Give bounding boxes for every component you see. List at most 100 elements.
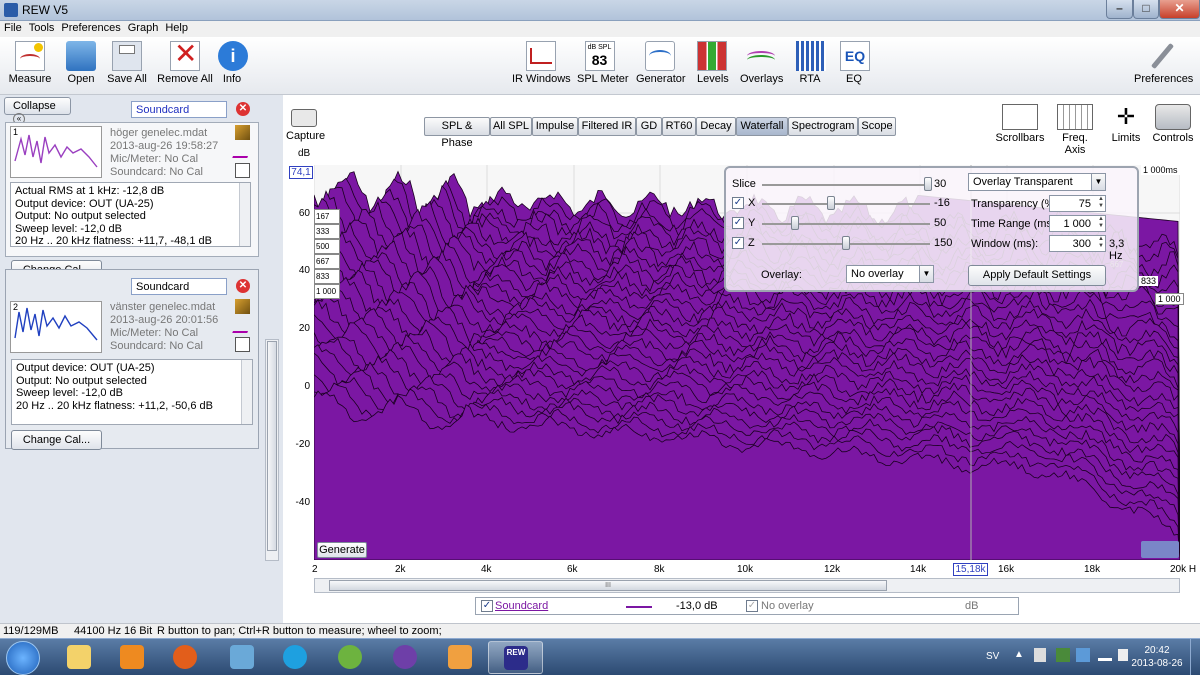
preferences-button[interactable]: Preferences xyxy=(1134,41,1193,85)
change-cal-button[interactable]: Change Cal... xyxy=(11,430,102,450)
notes-icon[interactable] xyxy=(235,337,250,352)
info-scrollbar[interactable] xyxy=(239,183,250,246)
overlays-button[interactable]: Overlays xyxy=(740,41,783,85)
zoom-icon[interactable] xyxy=(1141,541,1179,558)
taskbar-explorer[interactable] xyxy=(52,641,107,674)
ir-windows-button[interactable]: IR Windows xyxy=(512,41,571,85)
measurement-info-box[interactable]: Actual RMS at 1 kHz: -12,8 dB Output dev… xyxy=(10,182,251,247)
taskbar-firefox[interactable] xyxy=(158,641,213,674)
maximize-button[interactable]: □ xyxy=(1133,0,1159,19)
menu-tools[interactable]: Tools xyxy=(25,21,58,34)
graph-h-scrollbar-thumb[interactable]: III xyxy=(329,580,887,591)
remove-measurement-icon[interactable]: ✕ xyxy=(236,279,250,293)
time-range-spinner[interactable]: 1 000 xyxy=(1049,215,1106,232)
menu-graph[interactable]: Graph xyxy=(124,21,162,34)
y-slider-knob[interactable] xyxy=(791,216,799,230)
panel-scrollbar-thumb[interactable] xyxy=(267,341,277,551)
limits-button[interactable]: ✛ Limits xyxy=(1108,104,1144,144)
tray-icon[interactable] xyxy=(1056,648,1070,662)
menu-help[interactable]: Help xyxy=(161,21,191,34)
window-spinner[interactable]: 300 xyxy=(1049,235,1106,252)
graph-legend: ✓ Soundcard -13,0 dB ✓ No overlay dB xyxy=(475,597,1019,615)
controls-button[interactable]: Controls xyxy=(1152,104,1194,144)
measurement-thumbnail[interactable]: 1 xyxy=(10,126,102,178)
language-indicator[interactable]: SV xyxy=(986,651,999,662)
tab-spectrogram[interactable]: Spectrogram xyxy=(788,117,858,136)
clock[interactable]: 20:42 2013-08-26 xyxy=(1128,644,1186,670)
measure-button[interactable]: Measure xyxy=(6,41,54,85)
spl-meter-button[interactable]: dB SPL 83 SPL Meter xyxy=(577,41,629,85)
open-button[interactable]: Open xyxy=(62,41,100,85)
show-desktop-button[interactable] xyxy=(1190,639,1200,675)
generate-button[interactable]: Generate xyxy=(317,542,367,558)
tab-filtered-ir[interactable]: Filtered IR xyxy=(578,117,636,136)
color-picker-icon[interactable] xyxy=(235,299,250,314)
tab-impulse[interactable]: Impulse xyxy=(532,117,578,136)
network-status-icon[interactable] xyxy=(1098,649,1112,661)
y-slider[interactable] xyxy=(762,223,930,225)
tray-expand-icon[interactable]: ▲ xyxy=(1014,649,1024,660)
taskbar-skype[interactable] xyxy=(268,641,323,674)
z-checkbox[interactable]: ✓ xyxy=(732,237,744,249)
minimize-button[interactable]: – xyxy=(1106,0,1133,19)
taskbar-rew[interactable]: REW xyxy=(488,641,543,674)
apply-default-settings-button[interactable]: Apply Default Settings xyxy=(968,265,1106,286)
transparency-spinner[interactable]: 75 xyxy=(1049,195,1106,212)
z-slider-knob[interactable] xyxy=(842,236,850,250)
x-checkbox[interactable]: ✓ xyxy=(732,197,744,209)
measurement-info-box[interactable]: Output device: OUT (UA-25) Output: No ou… xyxy=(11,359,253,425)
panel-scrollbar[interactable] xyxy=(265,339,279,561)
taskbar-app[interactable] xyxy=(378,641,433,674)
legend-overlay-checkbox[interactable]: ✓ xyxy=(746,600,758,612)
x-slider-knob[interactable] xyxy=(827,196,835,210)
measurement-thumbnail[interactable]: 2 xyxy=(10,301,102,353)
freq-axis-button[interactable]: Freq. Axis xyxy=(1052,104,1098,156)
save-all-button[interactable]: Save All xyxy=(106,41,148,85)
eq-button[interactable]: EQ EQ xyxy=(840,41,870,85)
generator-button[interactable]: Generator xyxy=(636,41,686,85)
graph-h-scrollbar[interactable]: III xyxy=(314,578,1180,593)
volume-icon[interactable] xyxy=(1118,649,1128,661)
edit-curve-icon[interactable] xyxy=(232,318,253,333)
legend-series-name[interactable]: Soundcard xyxy=(495,600,548,612)
edit-curve-icon[interactable] xyxy=(232,143,253,158)
measurement-card-2[interactable]: Soundcard ✕ 2 vänster genelec.mdat 2013-… xyxy=(5,269,259,450)
tray-icon[interactable] xyxy=(1076,648,1090,662)
close-window-button[interactable]: ✕ xyxy=(1159,0,1200,19)
overlay-mode-select[interactable]: Overlay Transparent ▼ xyxy=(968,173,1106,191)
info-button[interactable]: i Info xyxy=(218,41,248,85)
tab-decay[interactable]: Decay xyxy=(696,117,736,136)
taskbar-network[interactable] xyxy=(215,641,270,674)
tab-rt60[interactable]: RT60 xyxy=(662,117,696,136)
remove-measurement-icon[interactable]: ✕ xyxy=(236,102,250,116)
measurement-name-input[interactable]: Soundcard xyxy=(131,101,227,118)
measurement-card-1[interactable]: Soundcard ✕ 1 höger genelec.mdat 2013-au… xyxy=(5,95,259,280)
taskbar-media-player[interactable] xyxy=(105,641,160,674)
slice-slider[interactable] xyxy=(762,184,930,186)
measurement-name-input[interactable]: Soundcard xyxy=(131,278,227,295)
color-picker-icon[interactable] xyxy=(235,125,250,140)
start-button-icon[interactable] xyxy=(6,641,40,675)
legend-series-checkbox[interactable]: ✓ xyxy=(481,600,493,612)
tab-gd[interactable]: GD xyxy=(636,117,662,136)
tray-icon[interactable] xyxy=(1034,648,1046,662)
taskbar-paint[interactable] xyxy=(433,641,488,674)
slice-slider-knob[interactable] xyxy=(924,177,932,191)
taskbar-spotify[interactable] xyxy=(323,641,378,674)
tab-spl-phase[interactable]: SPL & Phase xyxy=(424,117,490,149)
rta-button[interactable]: RTA xyxy=(796,41,826,85)
info-scrollbar[interactable] xyxy=(241,360,252,424)
capture-button[interactable]: Capture xyxy=(286,109,325,142)
tab-waterfall[interactable]: Waterfall xyxy=(736,117,788,136)
overlay-select[interactable]: No overlay ▼ xyxy=(846,265,934,283)
tab-all-spl[interactable]: All SPL xyxy=(490,117,532,136)
tab-scope[interactable]: Scope xyxy=(858,117,896,136)
scrollbars-button[interactable]: Scrollbars xyxy=(994,104,1046,144)
x-slider[interactable] xyxy=(762,203,930,205)
y-checkbox[interactable]: ✓ xyxy=(732,217,744,229)
levels-button[interactable]: Levels xyxy=(697,41,729,85)
menu-file[interactable]: File xyxy=(0,21,25,34)
remove-all-button[interactable]: ✕ Remove All xyxy=(157,39,213,86)
notes-icon[interactable] xyxy=(235,163,250,178)
menu-preferences[interactable]: Preferences xyxy=(57,21,123,34)
